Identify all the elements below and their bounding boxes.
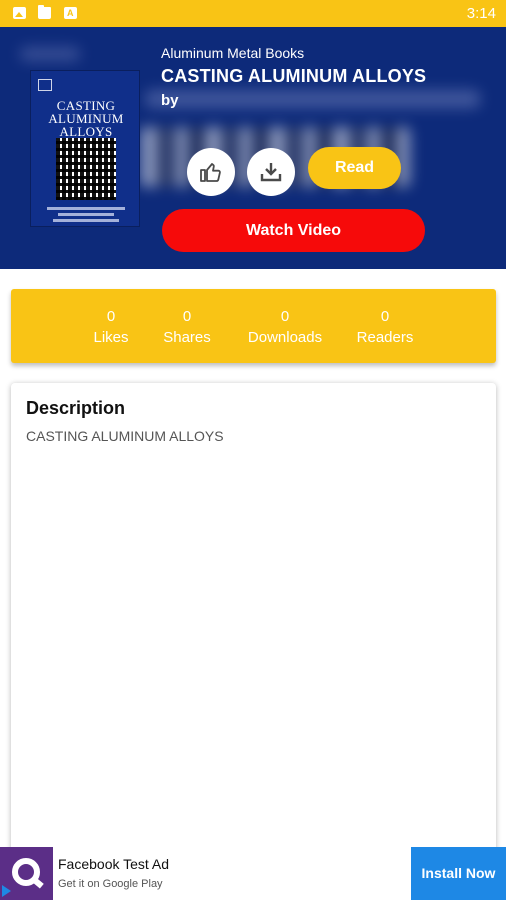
ad-choices-icon[interactable] [2,885,11,897]
cover-qr-pattern [56,138,116,200]
stat-likes: 0 Likes [89,306,133,348]
stat-label: Downloads [247,329,323,346]
ad-app-icon[interactable] [0,847,53,900]
book-series: Aluminum Metal Books [161,45,305,61]
stat-readers: 0 Readers [351,306,419,348]
watch-video-button[interactable]: Watch Video [162,209,425,252]
download-icon [260,163,282,182]
status-bar: 3:14 [0,0,506,27]
install-now-button[interactable]: Install Now [411,847,506,900]
cover-title: CASTING ALUMINUM ALLOYS [48,98,124,139]
book-author: by [161,92,179,109]
stat-value: 0 [106,308,116,325]
stat-value: 0 [280,308,290,325]
download-button[interactable] [247,148,295,196]
book-title: CASTING ALUMINUM ALLOYS [161,66,427,86]
ad-banner[interactable]: Facebook Test Ad Get it on Google Play I… [0,847,506,900]
read-button[interactable]: Read [308,147,401,189]
stat-value: 0 [380,308,390,325]
publisher-logo-icon [38,79,52,91]
description-heading: Description [26,398,126,418]
book-cover[interactable]: CASTING ALUMINUM ALLOYS [30,70,140,227]
blurred-background [20,47,80,61]
description-card: Description CASTING ALUMINUM ALLOYS [11,383,496,863]
like-button[interactable] [187,148,235,196]
stat-value: 0 [182,308,192,325]
ad-subtitle: Get it on Google Play [58,878,163,890]
document-notification-icon [64,7,77,19]
stat-label: Shares [163,329,211,346]
cover-author-lines [41,207,131,225]
stat-downloads: 0 Downloads [244,306,326,348]
ad-title: Facebook Test Ad [58,856,170,872]
folder-notification-icon [38,5,51,19]
image-notification-icon [13,7,26,19]
thumbs-up-icon [200,163,221,182]
status-time: 3:14 [466,5,496,22]
stat-shares: 0 Shares [159,306,215,348]
stat-label: Readers [356,329,414,346]
blurred-background [145,90,480,108]
stats-bar: 0 Likes 0 Shares 0 Downloads 0 Readers [11,289,496,363]
book-header: CASTING ALUMINUM ALLOYS Aluminum Metal B… [0,27,506,269]
stat-label: Likes [93,329,129,346]
description-text: CASTING ALUMINUM ALLOYS [26,428,224,444]
